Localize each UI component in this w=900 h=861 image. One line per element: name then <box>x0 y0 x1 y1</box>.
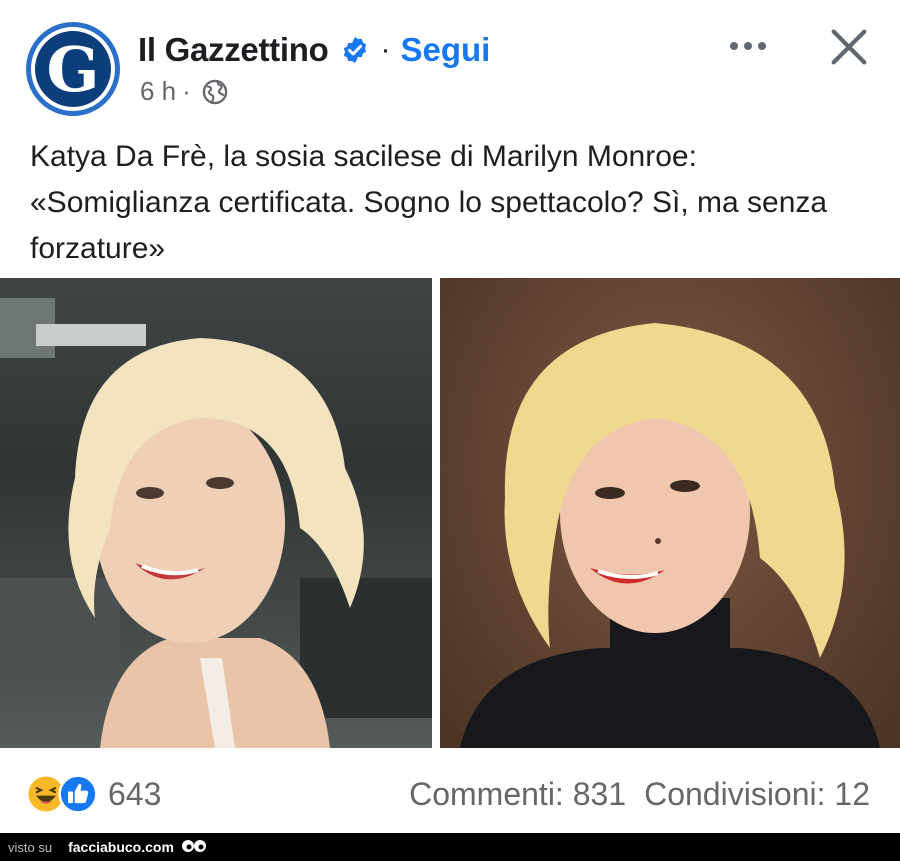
post-header: G Il Gazzettino · Segui 6 h · <box>0 0 900 130</box>
follow-button[interactable]: Segui <box>400 31 490 69</box>
watermark-bar: visto su facciabuco.com <box>0 833 900 861</box>
more-dot <box>744 42 752 50</box>
reaction-count: 643 <box>108 775 162 812</box>
more-options-icon[interactable] <box>724 28 772 64</box>
avatar-logo: G <box>35 31 111 107</box>
comments-count[interactable]: Commenti: 831 <box>409 776 626 813</box>
post-meta: 6 h · <box>140 76 229 107</box>
globe-icon <box>202 79 228 104</box>
photo-left[interactable] <box>0 278 432 748</box>
post-time[interactable]: 6 h <box>140 76 176 107</box>
shares-count[interactable]: Condivisioni: 12 <box>644 776 870 813</box>
portrait-illustration-right <box>460 323 880 748</box>
separator-dot: · <box>380 33 391 66</box>
engagement-stats: Commenti: 831 Condivisioni: 12 <box>409 776 870 813</box>
eyes-logo-icon <box>181 840 206 852</box>
more-dot <box>730 42 738 50</box>
close-icon[interactable] <box>826 24 872 70</box>
watermark-prefix: visto su <box>8 839 53 855</box>
reactions-summary[interactable]: 643 <box>26 774 161 814</box>
post-footer: 643 Commenti: 831 Condivisioni: 12 <box>0 752 900 832</box>
post-caption: Katya Da Frè, la sosia sacilese di Maril… <box>30 140 828 265</box>
verified-badge-icon <box>344 36 367 64</box>
page-name[interactable]: Il Gazzettino <box>138 31 329 69</box>
page-avatar[interactable]: G <box>26 22 120 116</box>
more-dot <box>758 42 766 50</box>
photo-grid <box>0 278 900 748</box>
photo-right[interactable] <box>440 278 900 748</box>
name-row: Il Gazzettino · Segui <box>138 30 490 70</box>
like-reaction-icon <box>58 774 98 814</box>
watermark-site: facciabuco.com <box>68 839 174 855</box>
meta-separator: · <box>182 76 191 106</box>
avatar-letter: G <box>46 33 100 106</box>
portrait-illustration-left <box>0 298 432 748</box>
